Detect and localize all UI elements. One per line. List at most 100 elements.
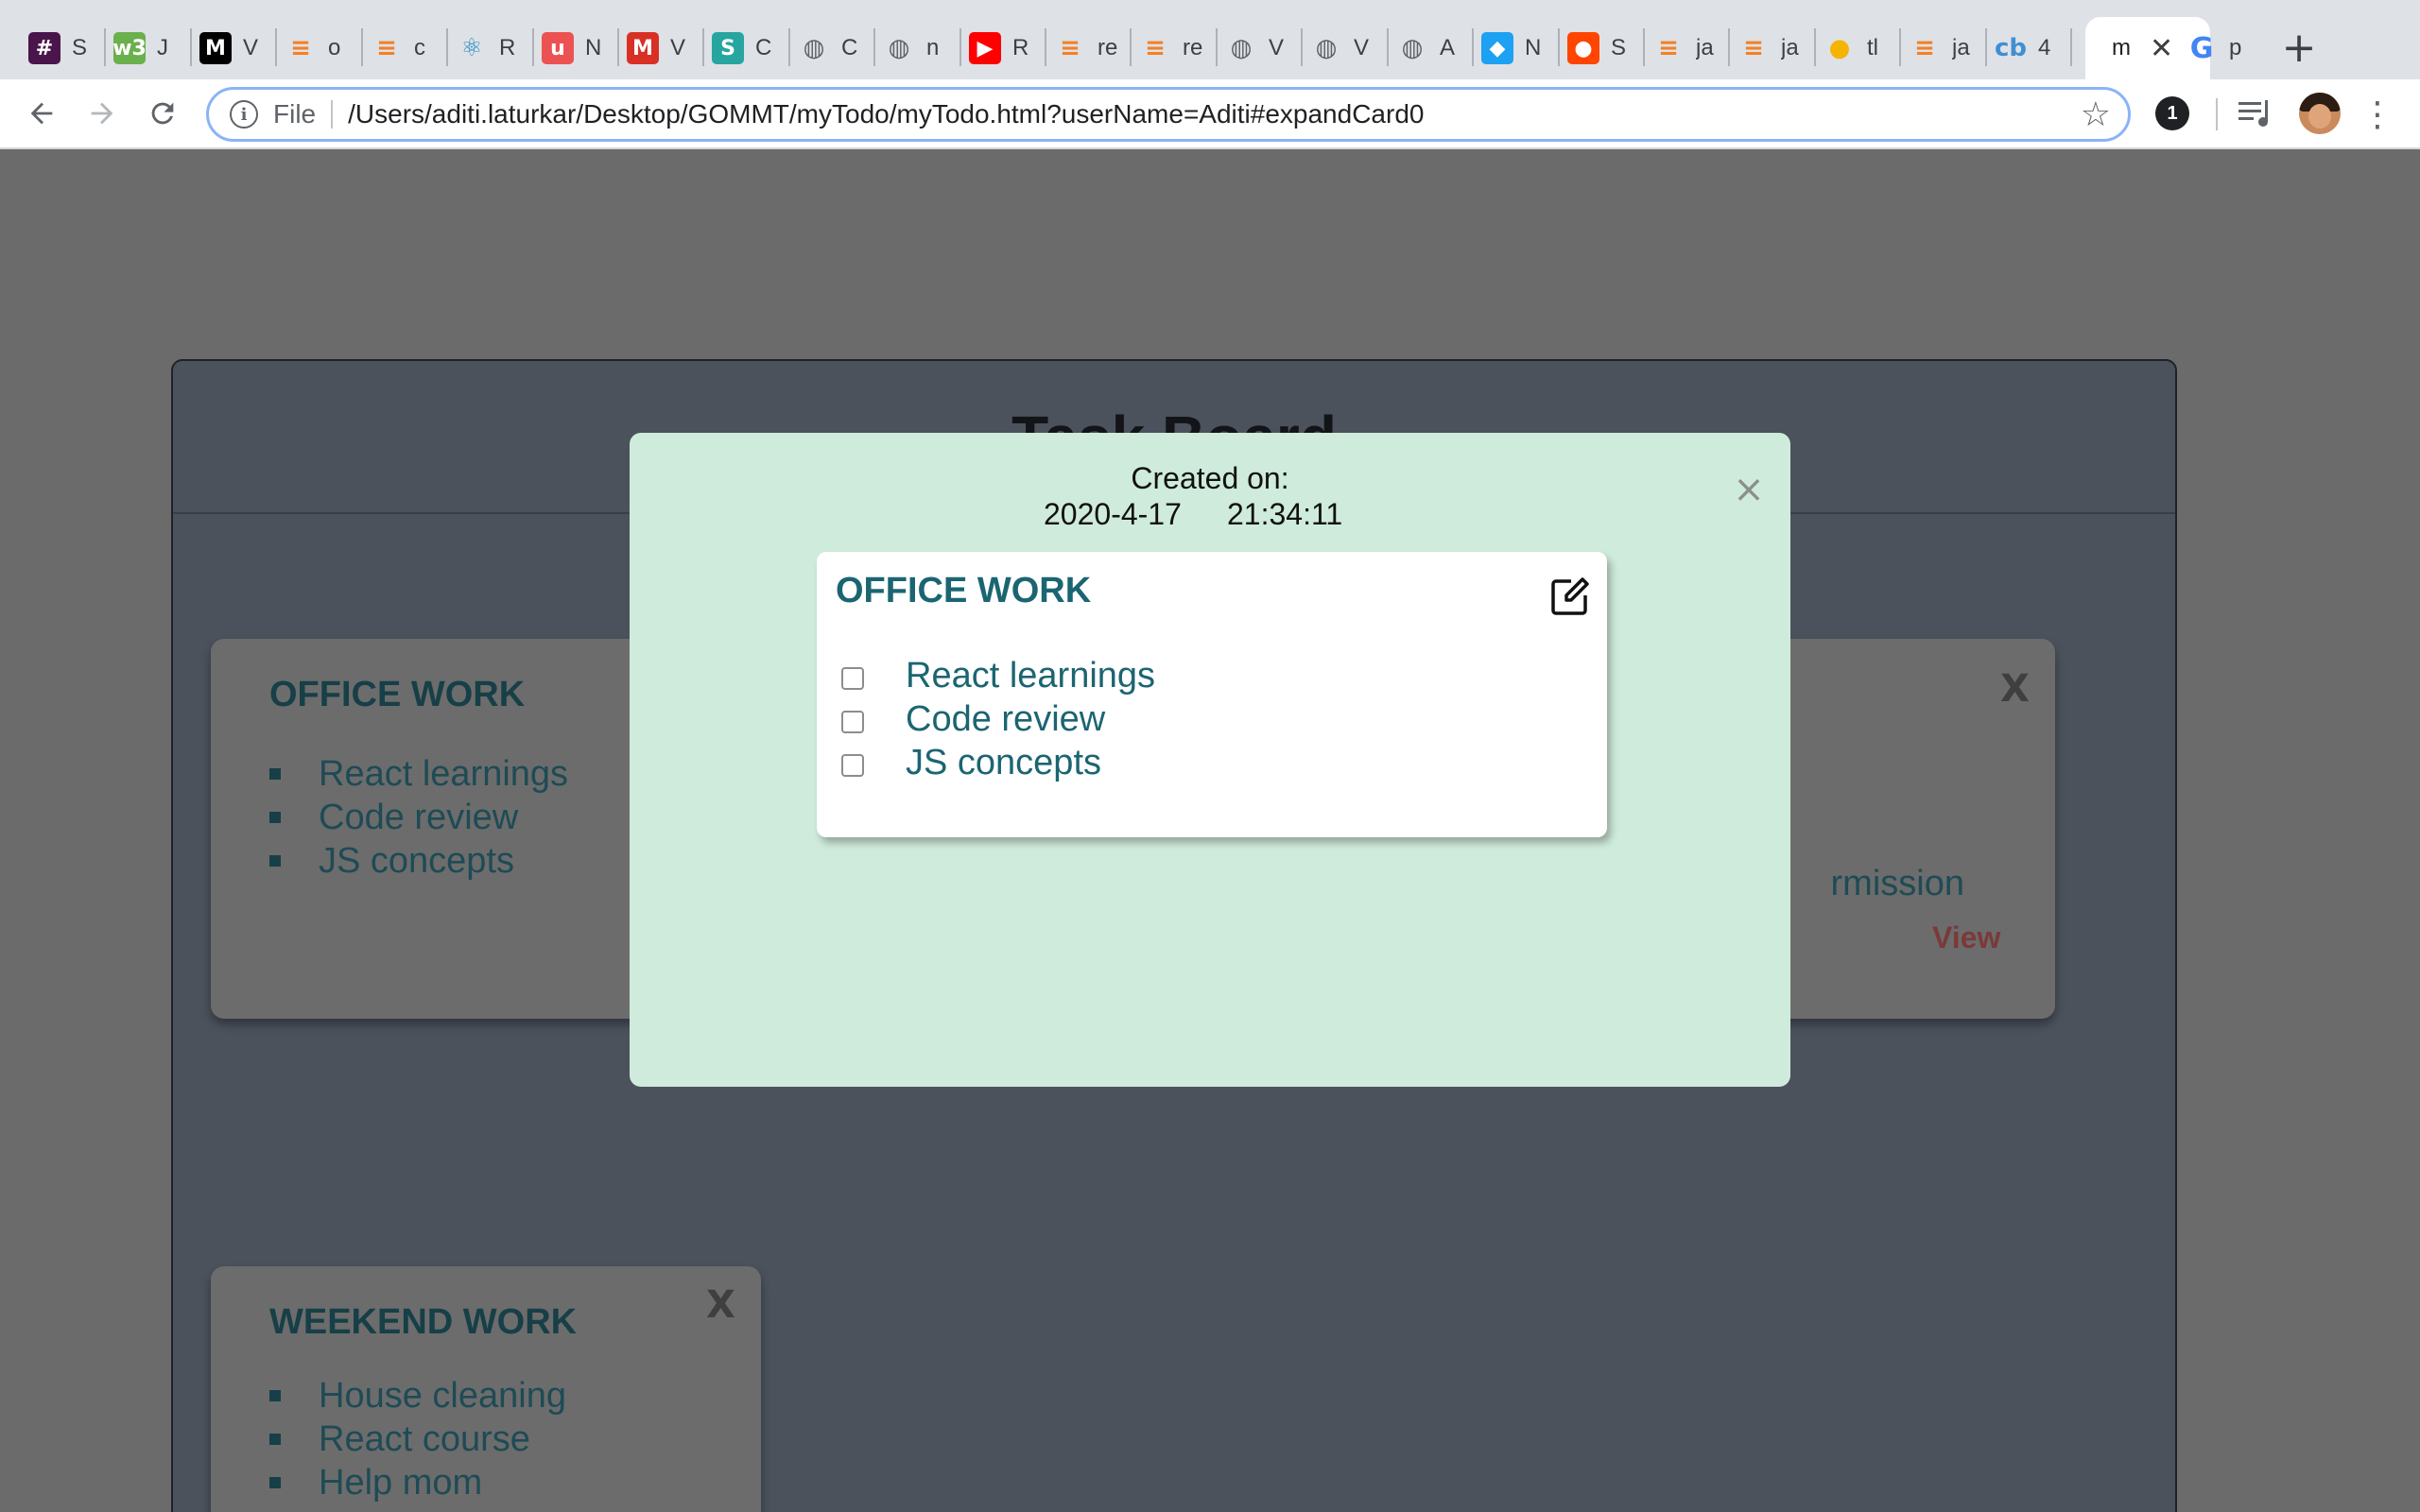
tab-separator bbox=[1558, 28, 1560, 66]
browser-tab-label: V bbox=[243, 35, 259, 60]
new-tab-button[interactable]: + bbox=[2278, 21, 2320, 74]
card-detail-modal: Created on: 2020-4-17 21:34:11 × OFFICE … bbox=[630, 433, 1790, 1087]
browser-tab-label: re bbox=[1183, 35, 1203, 60]
browser-tab[interactable]: ▶ R bbox=[969, 17, 1033, 79]
tab-separator bbox=[1045, 28, 1046, 66]
browser-tab[interactable]: # S bbox=[28, 17, 93, 79]
tab-separator bbox=[1814, 28, 1816, 66]
browser-tab[interactable]: MV bbox=[627, 17, 691, 79]
browser-tab[interactable]: ≡ re bbox=[1054, 17, 1118, 79]
address-divider bbox=[331, 100, 334, 129]
forward-arrow-icon bbox=[91, 102, 113, 125]
browser-tab[interactable]: uN bbox=[542, 17, 606, 79]
browser-tab[interactable]: ◍ C bbox=[798, 17, 862, 79]
tab-separator bbox=[1472, 28, 1474, 66]
browser-tab[interactable]: ◍ V bbox=[1225, 17, 1289, 79]
address-bar[interactable]: i File /Users/aditi.laturkar/Desktop/GOM… bbox=[206, 87, 2131, 142]
url-text[interactable]: /Users/aditi.laturkar/Desktop/GOMMT/myTo… bbox=[348, 99, 1424, 129]
task-label: Code review bbox=[906, 698, 1106, 739]
browser-tab[interactable]: ≡ ja bbox=[1652, 17, 1717, 79]
close-tab-icon[interactable]: ✕ bbox=[2150, 32, 2173, 65]
reload-button[interactable] bbox=[138, 89, 187, 138]
browser-tab[interactable]: ◍ V bbox=[1310, 17, 1374, 79]
site-info-icon[interactable]: i bbox=[230, 100, 258, 129]
list-item-label: House cleaning bbox=[319, 1376, 566, 1416]
tab-separator bbox=[190, 28, 192, 66]
tab-separator bbox=[617, 28, 619, 66]
task-checkbox[interactable] bbox=[841, 711, 864, 733]
browser-tab[interactable]: ◍ A bbox=[1396, 17, 1461, 79]
stackoverflow-icon: ≡ bbox=[1743, 34, 1764, 62]
created-on-label: Created on: bbox=[1131, 461, 1289, 495]
bookmark-star-icon[interactable]: ☆ bbox=[2081, 95, 2111, 134]
browser-tab-label: R bbox=[499, 35, 516, 60]
back-arrow-icon bbox=[30, 102, 53, 125]
card-title: OFFICE WORK bbox=[269, 675, 526, 714]
google-icon: G bbox=[2189, 31, 2214, 65]
tab-separator bbox=[959, 28, 961, 66]
browser-menu-icon[interactable]: ⋮ bbox=[2360, 91, 2394, 138]
udemy-icon: u bbox=[542, 32, 574, 64]
browser-tab[interactable]: ● S bbox=[1567, 17, 1632, 79]
task-label: JS concepts bbox=[906, 742, 1101, 782]
browser-tab[interactable]: cb 4 bbox=[1995, 17, 2059, 79]
tab-separator bbox=[1301, 28, 1303, 66]
globe-icon: ◍ bbox=[803, 34, 825, 62]
edit-icon[interactable] bbox=[1550, 576, 1590, 616]
task-card-office-work[interactable]: OFFICE WORK React learnings Code review … bbox=[211, 639, 648, 1019]
reload-icon bbox=[151, 102, 174, 125]
tab-separator bbox=[1985, 28, 1987, 66]
browser-tab[interactable]: ≡ c bbox=[371, 17, 435, 79]
browser-tab[interactable]: ● tl bbox=[1824, 17, 1888, 79]
youtube-icon: ▶ bbox=[969, 32, 1001, 64]
tab-separator bbox=[702, 28, 704, 66]
browser-tab[interactable]: ≡ re bbox=[1139, 17, 1203, 79]
delete-card-button[interactable]: X bbox=[706, 1283, 735, 1327]
task-checkbox[interactable] bbox=[841, 667, 864, 690]
view-card-link[interactable]: View bbox=[1932, 920, 2000, 955]
browser-tab-label: C bbox=[841, 35, 858, 60]
globe-icon: ◍ bbox=[1230, 34, 1253, 62]
delete-card-button[interactable]: X bbox=[2000, 667, 2030, 711]
react-icon: ⚛ bbox=[460, 34, 483, 62]
modal-close-icon[interactable]: × bbox=[1730, 468, 1768, 511]
w3schools-icon: w3 bbox=[112, 32, 147, 64]
forward-button[interactable] bbox=[78, 89, 127, 138]
reddit-icon: ● bbox=[1567, 32, 1599, 64]
browser-tab[interactable]: ◆ N bbox=[1481, 17, 1546, 79]
tab-separator bbox=[1643, 28, 1645, 66]
gmail-icon: M bbox=[627, 32, 659, 64]
browser-tab[interactable]: ◍ n bbox=[883, 17, 947, 79]
browser-tab[interactable]: Gp bbox=[2186, 17, 2250, 79]
browser-tab-label: N bbox=[1525, 35, 1542, 60]
bullet-icon bbox=[269, 855, 281, 867]
tab-separator bbox=[104, 28, 106, 66]
list-item: JS concepts bbox=[269, 839, 568, 883]
bullet-icon bbox=[269, 812, 281, 823]
media-controls-icon[interactable] bbox=[2237, 96, 2274, 130]
task-checkbox[interactable] bbox=[841, 754, 864, 777]
browser-toolbar: i File /Users/aditi.laturkar/Desktop/GOM… bbox=[0, 79, 2420, 149]
back-button[interactable] bbox=[17, 89, 66, 138]
bullet-icon bbox=[269, 1477, 281, 1488]
browser-tab[interactable]: MV bbox=[199, 17, 264, 79]
task-label: React learnings bbox=[906, 655, 1156, 696]
task-card-weekend-work[interactable]: WEEKEND WORK X House cleaning React cour… bbox=[211, 1266, 761, 1512]
browser-tab[interactable]: ≡ ja bbox=[1909, 17, 1973, 79]
browser-tab-label: C bbox=[755, 35, 772, 60]
browser-tab[interactable]: ≡ ja bbox=[1737, 17, 1802, 79]
tab-separator bbox=[446, 28, 448, 66]
browser-tab[interactable]: SC bbox=[712, 17, 776, 79]
extension-icon[interactable]: 1 bbox=[2155, 96, 2189, 130]
browser-tab-label: R bbox=[1012, 35, 1029, 60]
browser-tab[interactable]: ≡ o bbox=[285, 17, 349, 79]
profile-avatar[interactable] bbox=[2299, 93, 2341, 134]
browser-tab-label: 4 bbox=[2038, 35, 2051, 60]
browser-tab[interactable]: w3 J bbox=[112, 17, 178, 79]
codebeautify-icon: cb bbox=[1994, 34, 2028, 62]
globe-icon: ◍ bbox=[1315, 34, 1338, 62]
scheme-label: File bbox=[273, 99, 317, 129]
browser-tab[interactable]: ⚛ R bbox=[456, 17, 520, 79]
medium-icon: M bbox=[199, 32, 232, 64]
task-card-right[interactable]: X View bbox=[1758, 639, 2055, 1019]
